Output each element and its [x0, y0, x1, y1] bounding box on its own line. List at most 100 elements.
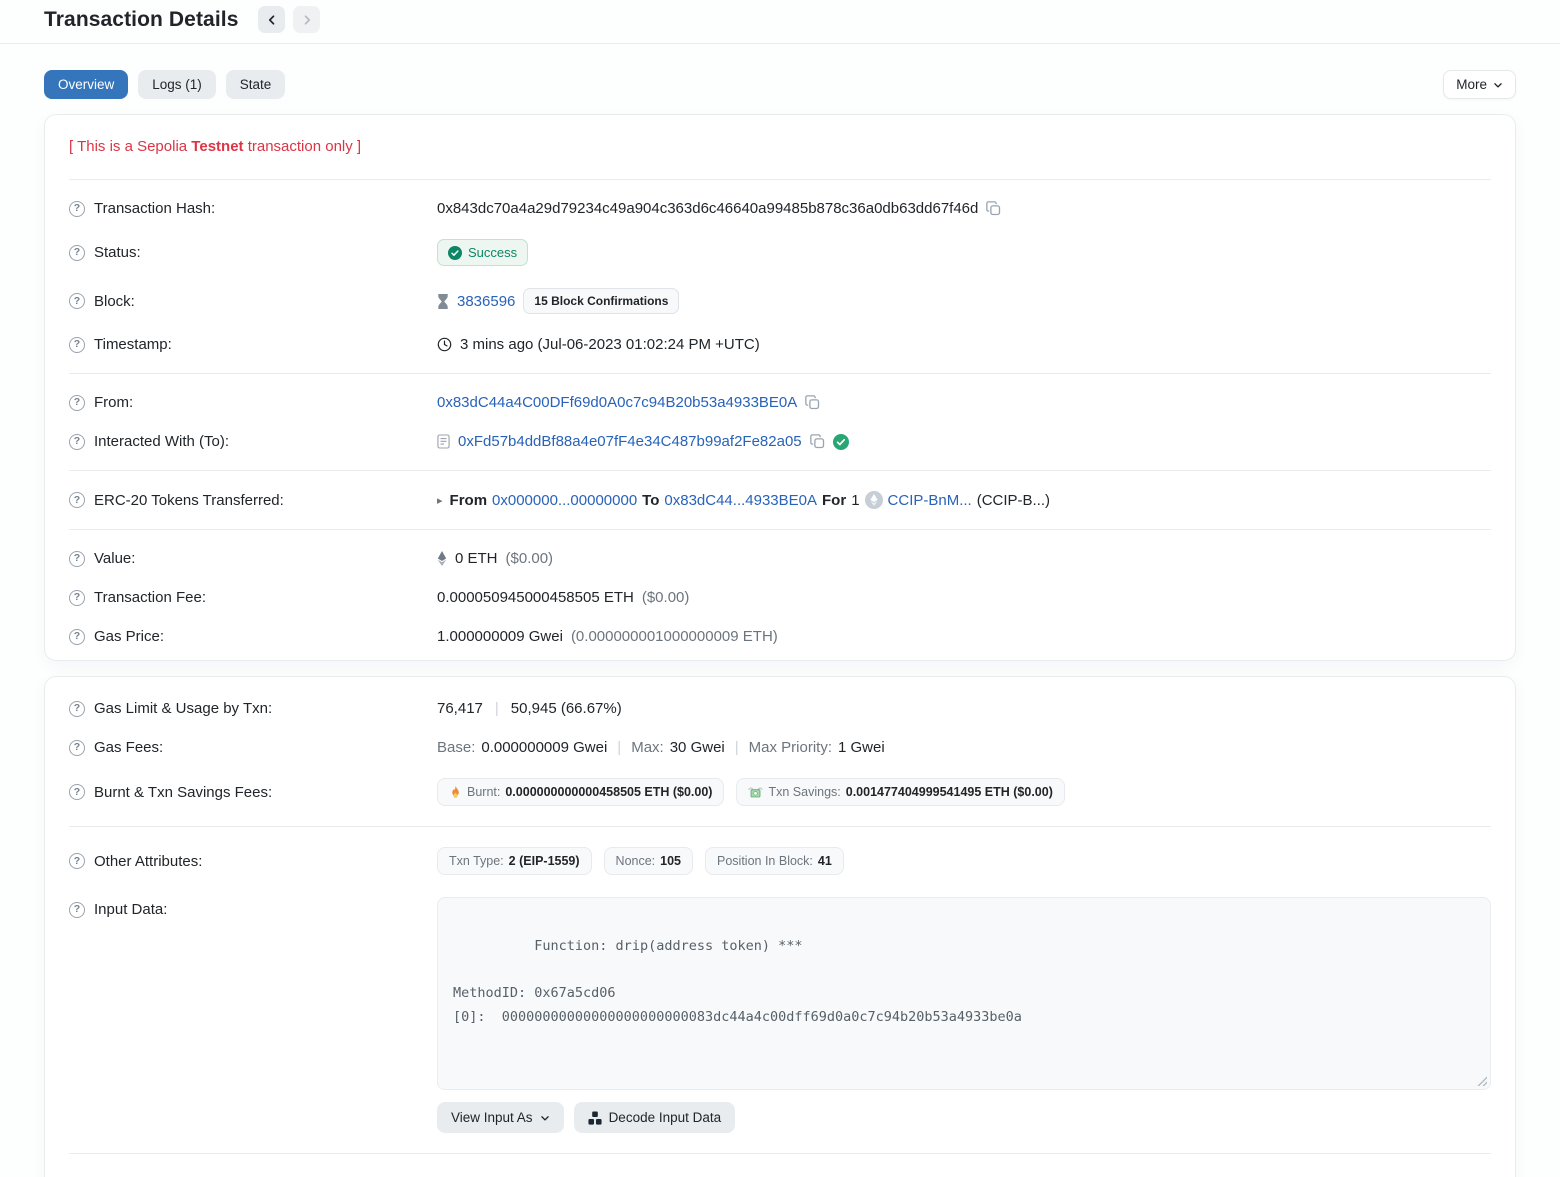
divider [69, 179, 1491, 180]
eth-icon [437, 551, 447, 566]
view-input-as-button[interactable]: View Input As [437, 1102, 564, 1133]
transaction-details-page: Transaction Details Overview Logs (1) St… [0, 0, 1560, 1177]
row-interacted-with: ? Interacted With (To): 0xFd57b4ddBf88a4… [69, 422, 1491, 461]
block-label: Block: [94, 293, 135, 310]
clock-icon [437, 337, 452, 352]
status-badge: Success [437, 239, 528, 266]
gas-usage-value: 50,945 (66.67%) [511, 700, 622, 717]
help-icon[interactable]: ? [69, 337, 85, 353]
flame-icon [449, 785, 462, 799]
divider [69, 373, 1491, 374]
gas-limit-usage-label: Gas Limit & Usage by Txn: [94, 700, 272, 717]
resize-handle[interactable] [1476, 1075, 1487, 1086]
txn-type-value: 2 (EIP-1559) [509, 854, 580, 868]
from-address-link[interactable]: 0x83dC44a4C00DFf69d0A0c7c94B20b53a4933BE… [437, 394, 797, 411]
txn-savings-badge-value: 0.001477404999541495 ETH ($0.00) [846, 785, 1053, 799]
row-erc20-transfers: ? ERC-20 Tokens Transferred: ▸ From 0x00… [69, 480, 1491, 520]
erc20-token-name-link[interactable]: CCIP-BnM... [888, 492, 972, 509]
other-attributes-label: Other Attributes: [94, 853, 202, 870]
timestamp-value: 3 mins ago (Jul-06-2023 01:02:24 PM +UTC… [460, 336, 760, 353]
position-in-block-label: Position In Block: [717, 854, 813, 868]
help-icon[interactable]: ? [69, 395, 85, 411]
status-badge-label: Success [468, 245, 517, 260]
txn-type-label: Txn Type: [449, 854, 504, 868]
copy-icon[interactable] [810, 434, 825, 449]
burnt-savings-label: Burnt & Txn Savings Fees: [94, 784, 272, 801]
transaction-fee-label: Transaction Fee: [94, 589, 206, 606]
help-icon[interactable]: ? [69, 902, 85, 918]
cubes-icon [588, 1111, 602, 1125]
erc20-to-address-link[interactable]: 0x83dC44...4933BE0A [664, 492, 817, 509]
block-confirmations-badge: 15 Block Confirmations [523, 288, 679, 314]
next-transaction-button[interactable] [293, 6, 320, 33]
decode-input-data-button[interactable]: Decode Input Data [574, 1102, 736, 1133]
row-more-details: More Details: — Click to show less [69, 1163, 1491, 1177]
divider [69, 1153, 1491, 1154]
more-button[interactable]: More [1443, 70, 1516, 99]
value-amount: 0 ETH [455, 550, 498, 567]
row-gas-limit-usage: ? Gas Limit & Usage by Txn: 76,417 | 50,… [69, 689, 1491, 728]
chevron-left-icon [266, 14, 278, 26]
gas-fees-base-label: Base: [437, 739, 475, 756]
token-logo-icon [865, 491, 883, 509]
input-data-label: Input Data: [94, 901, 167, 918]
help-icon[interactable]: ? [69, 245, 85, 261]
help-icon[interactable]: ? [69, 492, 85, 508]
testnet-notice: [ This is a Sepolia Testnet transaction … [69, 119, 1491, 170]
gas-fees-priority-label: Max Priority: [749, 739, 832, 756]
tab-logs[interactable]: Logs (1) [138, 70, 216, 99]
tab-state[interactable]: State [226, 70, 286, 99]
verified-check-icon [833, 434, 849, 450]
row-from: ? From: 0x83dC44a4C00DFf69d0A0c7c94B20b5… [69, 383, 1491, 422]
help-icon[interactable]: ? [69, 201, 85, 217]
erc20-to-word: To [642, 492, 659, 509]
tab-overview[interactable]: Overview [44, 70, 128, 99]
help-icon[interactable]: ? [69, 434, 85, 450]
check-circle-icon [448, 246, 462, 260]
divider [69, 470, 1491, 471]
erc20-amount: 1 [851, 492, 859, 509]
nonce-value: 105 [660, 854, 681, 868]
chevron-right-icon [301, 14, 313, 26]
gas-fees-max-value: 30 Gwei [670, 739, 725, 756]
erc20-token-symbol: (CCIP-B...) [977, 492, 1050, 509]
previous-transaction-button[interactable] [258, 6, 285, 33]
input-data-textarea[interactable]: Function: drip(address token) *** Method… [437, 897, 1491, 1090]
help-icon[interactable]: ? [69, 701, 85, 717]
pipe-separator: | [613, 739, 625, 756]
gas-price-label: Gas Price: [94, 628, 164, 645]
erc20-from-word: From [450, 492, 488, 509]
value-usd: ($0.00) [506, 550, 554, 567]
position-in-block-value: 41 [818, 854, 832, 868]
overview-card: [ This is a Sepolia Testnet transaction … [44, 114, 1516, 661]
row-gas-fees: ? Gas Fees: Base: 0.000000009 Gwei | Max… [69, 728, 1491, 767]
interacted-with-address-link[interactable]: 0xFd57b4ddBf88a4e07fF4e34C487b99af2Fe82a… [458, 433, 802, 450]
from-label: From: [94, 394, 133, 411]
help-icon[interactable]: ? [69, 551, 85, 567]
copy-icon[interactable] [805, 395, 820, 410]
erc20-from-address-link[interactable]: 0x000000...00000000 [492, 492, 637, 509]
more-button-label: More [1456, 77, 1487, 92]
help-icon[interactable]: ? [69, 590, 85, 606]
help-icon[interactable]: ? [69, 740, 85, 756]
details-card: ? Gas Limit & Usage by Txn: 76,417 | 50,… [44, 676, 1516, 1177]
row-burnt-savings-fees: ? Burnt & Txn Savings Fees: Burnt: 0.000… [69, 767, 1491, 817]
help-icon[interactable]: ? [69, 853, 85, 869]
gas-fees-max-label: Max: [631, 739, 664, 756]
value-label: Value: [94, 550, 135, 567]
row-input-data: ? Input Data: Function: drip(address tok… [69, 886, 1491, 1144]
help-icon[interactable]: ? [69, 293, 85, 309]
row-transaction-fee: ? Transaction Fee: 0.000050945000458505 … [69, 578, 1491, 617]
transaction-fee-amount: 0.000050945000458505 ETH [437, 589, 634, 606]
help-icon[interactable]: ? [69, 784, 85, 800]
block-number-link[interactable]: 3836596 [457, 293, 515, 310]
gas-limit-value: 76,417 [437, 700, 483, 717]
money-wings-icon [748, 786, 763, 799]
hourglass-icon [437, 294, 449, 309]
help-icon[interactable]: ? [69, 629, 85, 645]
txn-savings-badge: Txn Savings: 0.001477404999541495 ETH ($… [736, 778, 1064, 806]
txn-savings-badge-label: Txn Savings: [768, 785, 840, 799]
pipe-separator: | [491, 700, 503, 717]
copy-icon[interactable] [986, 201, 1001, 216]
timestamp-label: Timestamp: [94, 336, 172, 353]
